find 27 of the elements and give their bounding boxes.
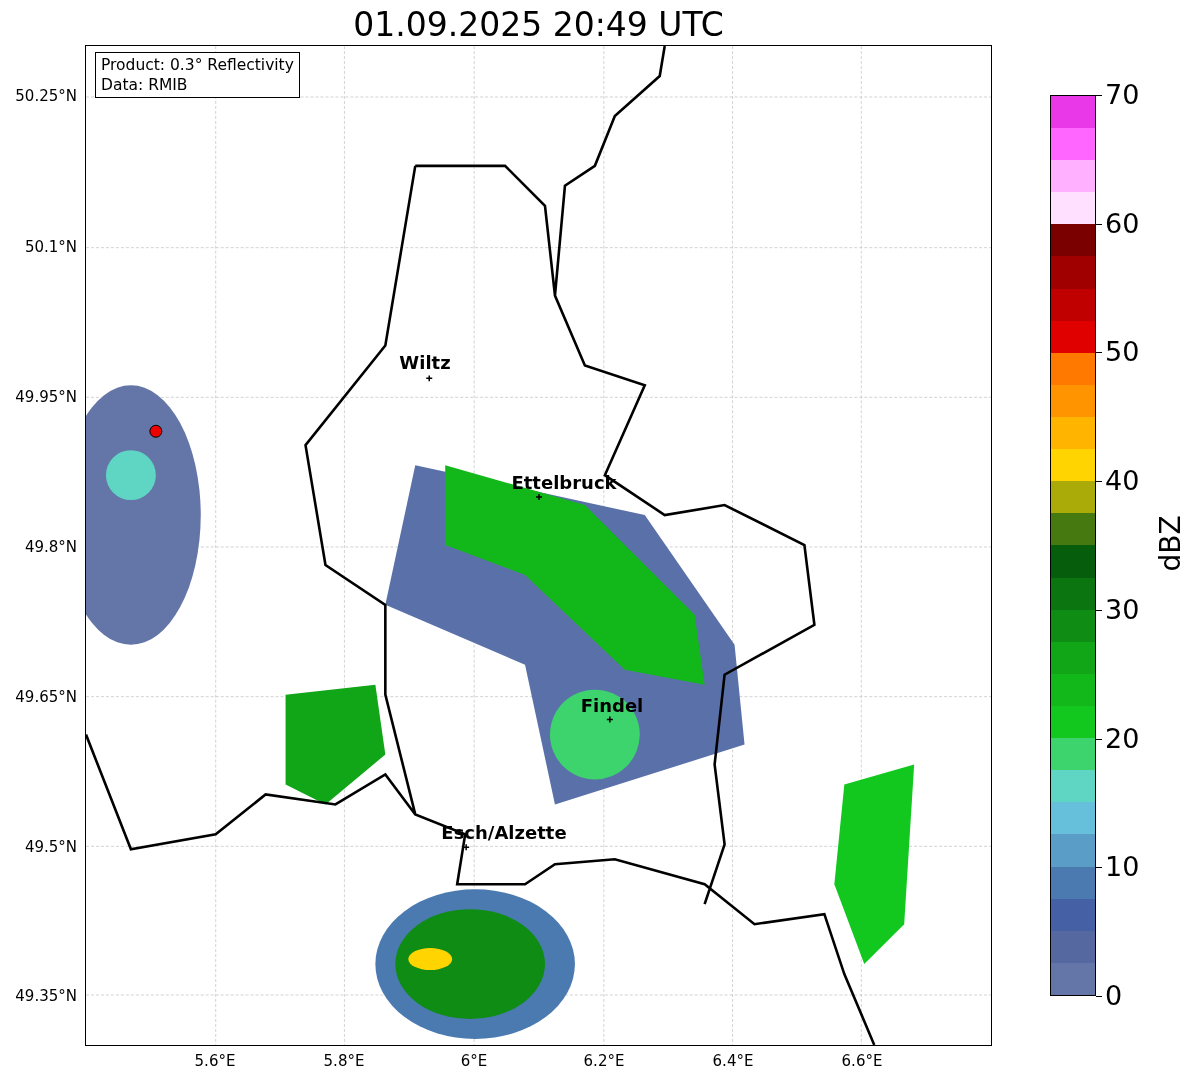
axis-tick-label: 49.65°N [15, 688, 77, 706]
axis-tick-label: 6.6°E [841, 1052, 883, 1070]
axis-tick-label: 50.1°N [24, 238, 77, 256]
axis-tick-label: 49.8°N [24, 538, 77, 556]
axis-tick-label: 50.25°N [15, 87, 77, 105]
axis-tick-label: 49.95°N [15, 388, 77, 406]
colorbar-tick-label: 0 [1105, 979, 1123, 1013]
axis-tick-label: 5.6°E [194, 1052, 236, 1070]
place-label: Findel [580, 695, 644, 716]
colorbar-tick-label: 40 [1105, 464, 1140, 499]
colorbar-tick-label: 70 [1105, 78, 1140, 112]
place-label: Wiltz [399, 352, 451, 373]
axis-tick-label: 49.5°N [24, 838, 77, 856]
colorbar-tick-label: 10 [1105, 850, 1140, 885]
chart-title: 01.09.2025 20:49 UTC [353, 5, 724, 44]
legend-text: Data: RMIB [101, 75, 189, 95]
colorbar-label: dBZ [1153, 515, 1184, 572]
axis-tick-label: 49.35°N [15, 987, 77, 1005]
colorbar-tick-label: 60 [1105, 206, 1140, 241]
colorbar-tick-label: 30 [1105, 592, 1140, 627]
axis-tick-label: 6.2°E [583, 1052, 625, 1070]
legend-text: Product: 0.3° Reflectivity [101, 55, 294, 75]
axis-tick-label: 5.8°E [323, 1052, 365, 1070]
axis-tick-label: 6.4°E [712, 1052, 754, 1070]
colorbar-tick-label: 20 [1105, 721, 1140, 756]
colorbar-tick-label: 50 [1105, 335, 1140, 370]
axis-tick-label: 6°E [460, 1052, 488, 1070]
